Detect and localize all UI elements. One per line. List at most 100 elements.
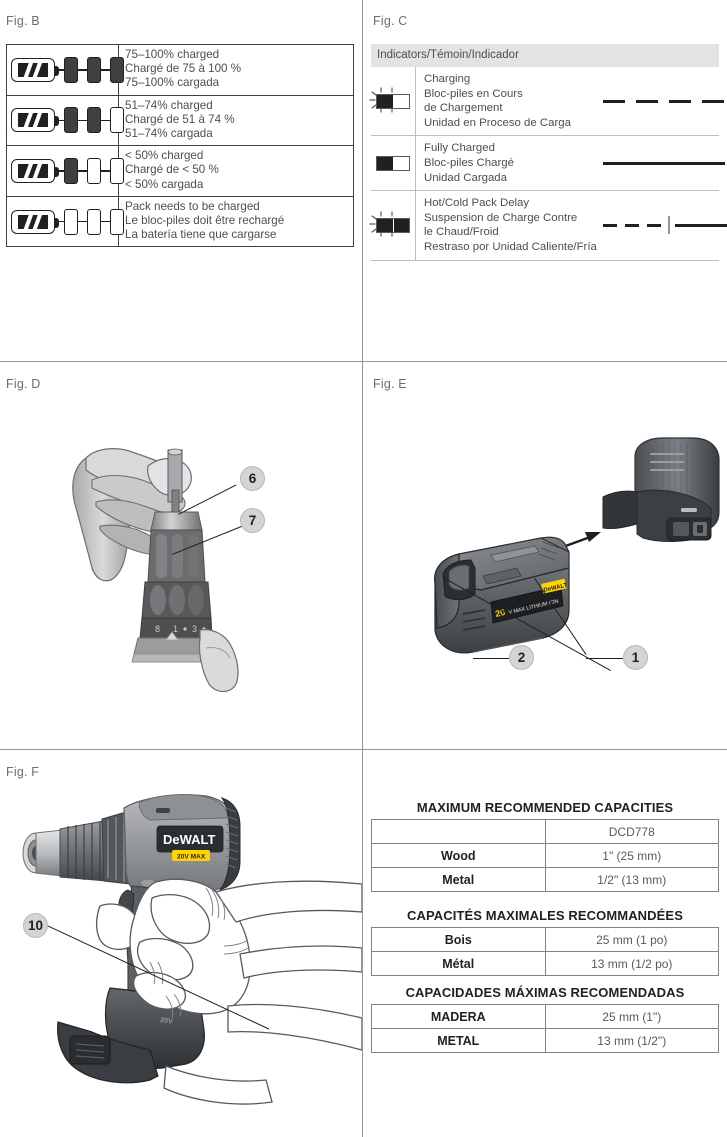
figure-e-illustration: 20 V MAX LITHIUM ION DeWALT xyxy=(433,437,720,654)
svg-text:20V MAX: 20V MAX xyxy=(177,854,206,861)
figure-b-label: Fig. B xyxy=(6,14,40,28)
capacity-tables-panel: MAXIMUM RECOMMENDED CAPACITIES DCD778 Wo… xyxy=(363,750,727,1137)
capacity-label-madera: MADERA xyxy=(371,1004,546,1029)
indicator-text-cell: Fully Charged Bloc-piles Chargé Unidad C… xyxy=(415,136,603,191)
battery-indicator-group xyxy=(11,203,124,241)
connector-line xyxy=(101,69,110,71)
torque-collar xyxy=(141,581,212,619)
state-line-es: La batería tiene que cargarse xyxy=(125,228,277,242)
indicator-line-es: Unidad en Proceso de Carga xyxy=(424,116,571,129)
fuel-cell-1 xyxy=(64,158,78,185)
fuel-cell-3 xyxy=(110,208,124,235)
callout-7: 7 xyxy=(240,508,265,533)
figure-c-label: Fig. C xyxy=(373,14,408,28)
capacity-label-bois: Bois xyxy=(371,927,546,952)
battery-indicator-group xyxy=(11,152,124,190)
battery-indicator-cell xyxy=(6,145,124,197)
fuel-cell-2 xyxy=(87,208,101,235)
capacity-label-metal: Metal xyxy=(371,867,546,892)
connector-line xyxy=(78,220,87,223)
connector-line xyxy=(78,69,87,71)
battery-indicator-group xyxy=(11,51,124,89)
table-row: Métal 13 mm (1/2 po) xyxy=(371,951,719,976)
capacity-value-metal-fr: 13 mm (1/2 po) xyxy=(544,951,719,976)
capacity-table-fr-wrap: CAPACITÉS MAXIMALES RECOMMANDÉES Bois 25… xyxy=(371,908,719,980)
battery-state-table: 75–100% charged Chargé de 75 à 100 % 75–… xyxy=(6,44,354,248)
signal-pattern-dash-then-solid xyxy=(603,216,727,235)
table-row: Pack needs to be charged Le bloc-piles d… xyxy=(6,195,354,248)
table-row: 51–74% charged Chargé de 51 à 74 % 51–74… xyxy=(6,94,354,147)
capacity-label-wood: Wood xyxy=(371,843,546,868)
callout-6: 6 xyxy=(240,466,265,491)
table-row: 75–100% charged Chargé de 75 à 100 % 75–… xyxy=(6,44,354,96)
connector-line xyxy=(101,119,110,122)
table-row: METAL 13 mm (1/2") xyxy=(371,1028,719,1053)
capacity-table-es-wrap: CAPACIDADES MÁXIMAS RECOMENDADAS MADERA … xyxy=(371,985,719,1065)
capacity-table-en-title: MAXIMUM RECOMMENDED CAPACITIES xyxy=(416,800,674,815)
hand-finger-lower xyxy=(198,629,239,693)
indicator-table-header: Indicators/Témoin/Indicador xyxy=(371,44,719,67)
capacity-table-en-wrap: MAXIMUM RECOMMENDED CAPACITIES DCD778 Wo… xyxy=(371,800,719,904)
battery-state-text-cell: Pack needs to be charged Le bloc-piles d… xyxy=(118,195,354,248)
table-row: Metal 1/2" (13 mm) xyxy=(371,867,719,892)
capacity-value-wood: 1" (25 mm) xyxy=(544,843,719,868)
fuel-cell-1 xyxy=(64,107,78,134)
capacity-value-metal: 1/2" (13 mm) xyxy=(544,867,719,892)
indicator-line-fr-1: Suspension de Charge Contre xyxy=(424,211,578,224)
fully-charged-light-icon xyxy=(371,152,415,174)
state-line-en: 75–100% charged xyxy=(125,48,220,61)
manual-page: Fig. B 75–100% charged Chargé de 75 à 10… xyxy=(0,0,727,1137)
state-line-en: 51–74% charged xyxy=(125,98,213,112)
callout-2: 2 xyxy=(509,645,534,670)
leader-line-2b xyxy=(473,658,509,659)
battery-state-text-cell: 75–100% charged Chargé de 75 à 100 % 75–… xyxy=(118,44,354,96)
state-line-en: Pack needs to be charged xyxy=(125,199,260,213)
capacity-table-en: DCD778 Wood 1" (25 mm) Metal 1/2" (13 mm… xyxy=(371,819,719,892)
indicator-line-es: Unidad Cargada xyxy=(424,171,507,184)
hot-cold-delay-light-icon xyxy=(369,211,415,237)
battery-indicator-cell xyxy=(6,195,124,248)
connector-line xyxy=(78,170,87,172)
table-row: Charging Bloc-piles en Cours de Chargeme… xyxy=(369,67,724,137)
table-row: Wood 1" (25 mm) xyxy=(371,843,719,868)
battery-state-text-cell: < 50% charged Chargé de < 50 % < 50% car… xyxy=(118,145,354,197)
capacity-value-madera: 25 mm (1") xyxy=(544,1004,719,1029)
capacity-value-bois: 25 mm (1 po) xyxy=(544,927,719,952)
battery-state-text-cell: 51–74% charged Chargé de 51 à 74 % 51–74… xyxy=(118,94,354,147)
chuck xyxy=(147,529,206,583)
figure-b-panel: Fig. B 75–100% charged Chargé de 75 à 10… xyxy=(0,0,362,361)
svg-text:DeWALT: DeWALT xyxy=(163,832,216,847)
figure-f-panel: Fig. F DeWALT 20V MAX 20V 10 xyxy=(0,750,362,1137)
fuel-cell-2 xyxy=(87,56,101,83)
figure-c-panel: Fig. C Indicators/Témoin/Indicador Charg… xyxy=(363,0,727,361)
indicator-text-cell: Hot/Cold Pack Delay Suspension de Charge… xyxy=(415,191,603,260)
fuel-cell-3 xyxy=(110,107,124,134)
battery-indicator-group xyxy=(11,101,124,139)
capacity-table-es-title: CAPACIDADES MÁXIMAS RECOMENDADAS xyxy=(405,985,685,1000)
model-header-cell: DCD778 xyxy=(544,819,719,844)
connector-line xyxy=(101,170,110,172)
battery-symbol-icon xyxy=(11,159,59,184)
fuel-cell-1 xyxy=(64,56,78,83)
connector-line xyxy=(101,220,110,223)
indicator-line-fr-1: Bloc-piles en Cours xyxy=(424,87,523,100)
connector-line xyxy=(78,119,87,122)
indicator-text-cell: Charging Bloc-piles en Cours de Chargeme… xyxy=(415,67,603,136)
table-row: MADERA 25 mm (1") xyxy=(371,1004,719,1029)
state-line-fr: Chargé de 51 à 74 % xyxy=(125,112,235,126)
capacity-label-metal-fr: Métal xyxy=(371,951,546,976)
battery-symbol-icon xyxy=(11,57,59,82)
indicator-line-fr-2: de Chargement xyxy=(424,102,503,115)
state-line-es: 75–100% cargada xyxy=(125,76,220,90)
callout-10: 10 xyxy=(23,913,48,938)
state-line-en: < 50% charged xyxy=(125,149,204,163)
battery-symbol-icon xyxy=(11,108,59,133)
callout-1: 1 xyxy=(623,645,648,670)
state-line-fr: Chargé de 75 à 100 % xyxy=(125,62,242,76)
battery-indicator-cell xyxy=(6,44,124,96)
capacity-label-metal-es: METAL xyxy=(371,1028,546,1053)
table-row: Fully Charged Bloc-piles Chargé Unidad C… xyxy=(371,136,725,192)
leader-line-1b xyxy=(586,658,623,659)
svg-text:1: 1 xyxy=(173,624,178,634)
table-header-row: DCD778 xyxy=(371,819,719,844)
